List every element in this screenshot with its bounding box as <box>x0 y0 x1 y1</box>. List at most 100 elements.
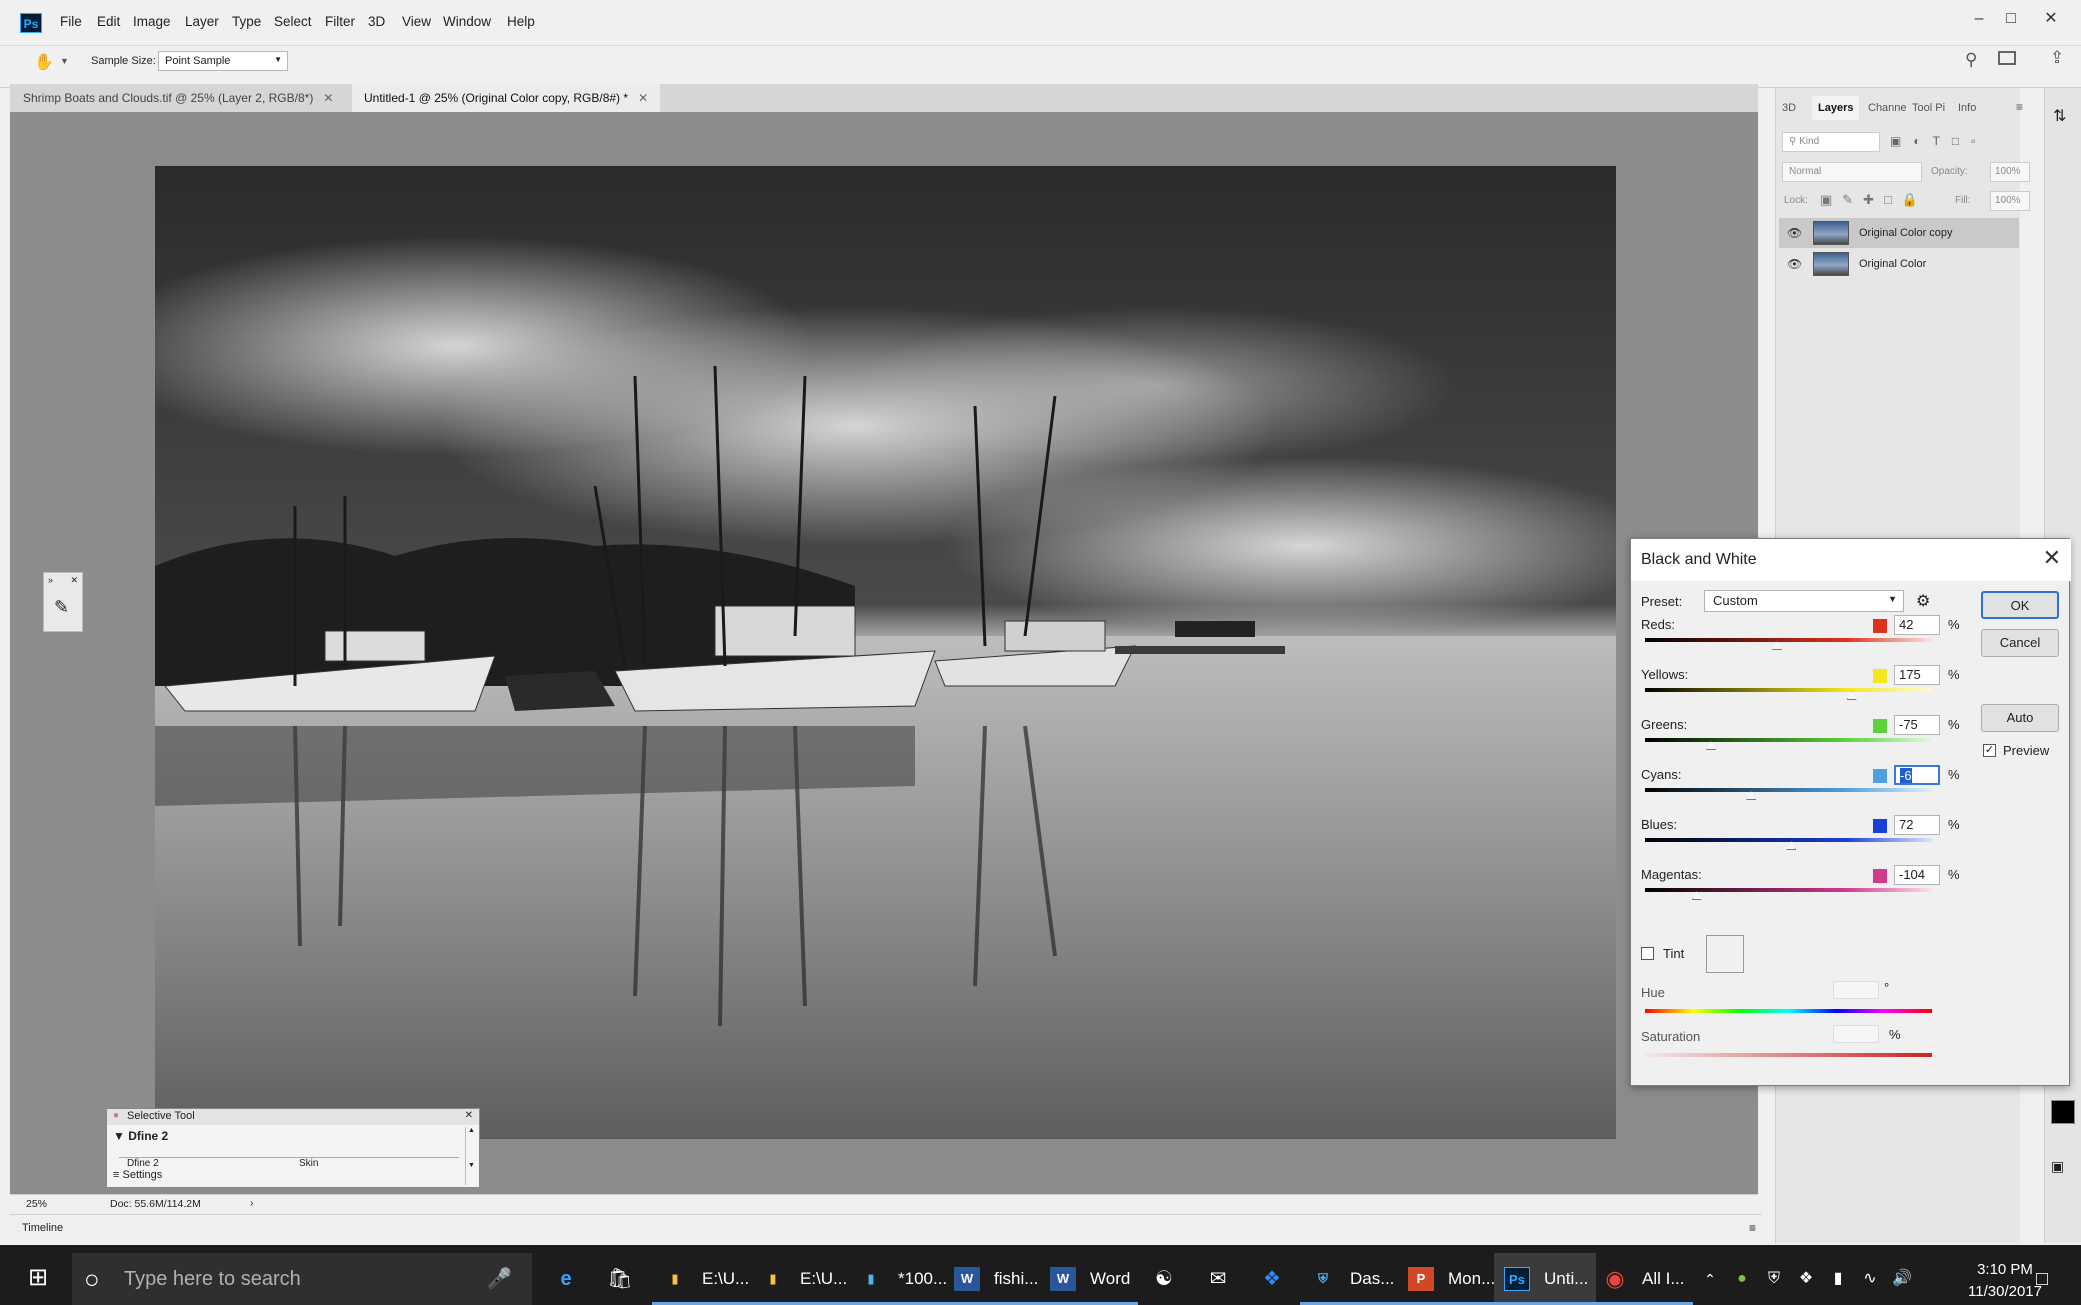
reds-slider-thumb[interactable] <box>1772 641 1784 651</box>
tab-channels[interactable]: Channe <box>1868 96 1907 120</box>
visibility-eye-icon[interactable]: 👁 <box>1787 218 1802 248</box>
quick-mask-icon[interactable]: ▣ <box>2051 1158 2064 1175</box>
brush-icon[interactable]: ✎ <box>54 597 69 618</box>
settings-link[interactable]: ≡ Settings <box>113 1169 162 1181</box>
menu-type[interactable]: Type <box>232 14 261 29</box>
tint-color-swatch[interactable] <box>1706 935 1744 973</box>
menu-view[interactable]: View <box>402 14 431 29</box>
chevron-up-icon[interactable]: ⌃ <box>1694 1263 1726 1295</box>
magentas-slider[interactable] <box>1645 888 1932 892</box>
properties-icon[interactable]: ⇅ <box>2053 106 2066 126</box>
tray-app-icon[interactable]: ● <box>1726 1263 1758 1295</box>
taskbar-app-explorer-1[interactable]: ▮ E:\U... <box>652 1253 758 1305</box>
saturation-slider[interactable] <box>1645 1053 1932 1057</box>
group-header[interactable]: ▼ Dfine 2 <box>113 1129 168 1143</box>
lock-icons[interactable]: ▣✎✚□🔒 <box>1820 192 1928 208</box>
filter-kind-select[interactable]: ⚲ Kind <box>1782 132 1880 152</box>
menu-help[interactable]: Help <box>507 14 535 29</box>
cyans-slider-thumb[interactable] <box>1746 791 1758 801</box>
scrollbar[interactable]: ▲ ▼ <box>465 1127 477 1185</box>
reds-input[interactable]: 42 <box>1894 615 1940 635</box>
battery-icon[interactable]: ▮ <box>1822 1263 1854 1295</box>
taskbar-app-word[interactable]: W Word <box>1040 1253 1139 1305</box>
foreground-color-swatch[interactable] <box>2051 1100 2075 1124</box>
tab-info[interactable]: Info <box>1958 96 1976 120</box>
zoom-level[interactable]: 25% <box>26 1198 47 1210</box>
windows-start-icon[interactable]: ⊞ <box>22 1262 54 1294</box>
tab-tool-presets[interactable]: Tool Pi <box>1912 96 1945 120</box>
close-icon[interactable]: ✕ <box>70 575 78 586</box>
close-icon[interactable]: ✕ <box>465 1110 473 1121</box>
menu-file[interactable]: File <box>60 14 82 29</box>
greens-slider-thumb[interactable] <box>1706 741 1718 751</box>
fill-input[interactable]: 100% <box>1990 191 2030 211</box>
menu-window[interactable]: Window <box>443 14 491 29</box>
taskbar-app-powerpoint[interactable]: P Mon... <box>1398 1253 1504 1305</box>
cyans-input[interactable]: -6 <box>1894 765 1940 785</box>
microphone-icon[interactable]: 🎤 <box>487 1253 512 1305</box>
defender-icon[interactable]: ⛨ <box>1758 1263 1790 1295</box>
tint-checkbox[interactable] <box>1641 947 1654 960</box>
workspace-icon[interactable] <box>1998 51 2016 65</box>
yellows-slider-thumb[interactable] <box>1846 691 1859 701</box>
tab-3d[interactable]: 3D <box>1782 96 1796 120</box>
menu-select[interactable]: Select <box>274 14 312 29</box>
sample-size-select[interactable]: Point Sample ▼ <box>158 51 288 71</box>
panel-menu-icon[interactable]: ≡ <box>1749 1221 1756 1235</box>
blues-input[interactable]: 72 <box>1894 815 1940 835</box>
panel-menu-icon[interactable]: ≡ <box>2016 100 2023 114</box>
menu-filter[interactable]: Filter <box>325 14 355 29</box>
greens-input[interactable]: -75 <box>1894 715 1940 735</box>
search-icon[interactable]: ⚲ <box>1965 50 1977 70</box>
tool-row[interactable]: Dfine 2 Skin <box>119 1157 459 1167</box>
menu-3d[interactable]: 3D <box>368 14 385 29</box>
minimize-icon[interactable]: – <box>1966 8 1992 30</box>
wifi-icon[interactable]: ∿ <box>1854 1263 1886 1295</box>
restore-icon[interactable]: □ <box>1998 8 2024 30</box>
layer-row-original-color-copy[interactable]: 👁 Original Color copy <box>1779 218 2019 248</box>
tab-layers[interactable]: Layers <box>1812 96 1860 120</box>
taskbar-app-100[interactable]: ▮ *100... <box>848 1253 956 1305</box>
lock-app-icon[interactable]: ☯ <box>1148 1263 1180 1295</box>
store-icon[interactable]: 🛍 <box>604 1263 636 1295</box>
tab-untitled-1[interactable]: Untitled-1 @ 25% (Original Color copy, R… <box>352 84 661 112</box>
magentas-input[interactable]: -104 <box>1894 865 1940 885</box>
edge-icon[interactable]: e <box>550 1263 582 1295</box>
yellows-input[interactable]: 175 <box>1894 665 1940 685</box>
tab-shrimp-boats[interactable]: Shrimp Boats and Clouds.tif @ 25% (Layer… <box>11 84 345 112</box>
taskbar-app-chrome[interactable]: ◉ All I... <box>1592 1253 1693 1305</box>
menu-edit[interactable]: Edit <box>97 14 120 29</box>
layer-row-original-color[interactable]: 👁 Original Color <box>1779 249 2019 279</box>
hue-input[interactable] <box>1833 981 1879 999</box>
greens-slider[interactable] <box>1645 738 1932 742</box>
magentas-slider-thumb[interactable] <box>1691 891 1704 901</box>
close-icon[interactable]: ✕ <box>638 91 648 105</box>
opacity-input[interactable]: 100% <box>1990 162 2030 182</box>
layer-filter-icons[interactable]: ▣◐T□▫ <box>1890 134 1987 148</box>
eyedropper-tool-icon[interactable]: ✋ <box>34 52 54 72</box>
yellows-slider[interactable] <box>1645 688 1932 692</box>
expand-icon[interactable]: » <box>48 575 53 585</box>
cyans-slider[interactable] <box>1645 788 1932 792</box>
taskbar-app-photoshop[interactable]: Ps Unti... <box>1494 1253 1597 1305</box>
dropbox-tray-icon[interactable]: ❖ <box>1790 1263 1822 1295</box>
close-icon[interactable]: ✕ <box>323 91 333 105</box>
mail-icon[interactable]: ✉ <box>1202 1263 1234 1295</box>
notifications-icon[interactable]: □ <box>2026 1263 2058 1295</box>
document-image[interactable] <box>155 166 1616 1139</box>
volume-icon[interactable]: 🔊 <box>1886 1263 1918 1295</box>
taskbar-app-dashboard[interactable]: ⛨ Das... <box>1300 1253 1403 1305</box>
chevron-down-icon[interactable]: ▼ <box>60 56 69 66</box>
chevron-right-icon[interactable]: › <box>250 1197 254 1209</box>
menu-image[interactable]: Image <box>133 14 171 29</box>
taskbar-search[interactable]: ○ Type here to search 🎤 <box>72 1253 532 1305</box>
dropbox-icon[interactable]: ❖ <box>1256 1263 1288 1295</box>
blend-mode-select[interactable]: Normal <box>1782 162 1922 182</box>
reds-slider[interactable] <box>1645 638 1932 642</box>
taskbar-app-explorer-2[interactable]: ▮ E:\U... <box>750 1253 856 1305</box>
blues-slider-thumb[interactable] <box>1786 841 1798 851</box>
photoshop-icon[interactable]: Ps <box>20 13 42 33</box>
taskbar-app-word-fishing[interactable]: Wfishi... <box>944 1253 1047 1305</box>
saturation-input[interactable] <box>1833 1025 1879 1043</box>
share-icon[interactable]: ⇪ <box>2050 48 2064 68</box>
